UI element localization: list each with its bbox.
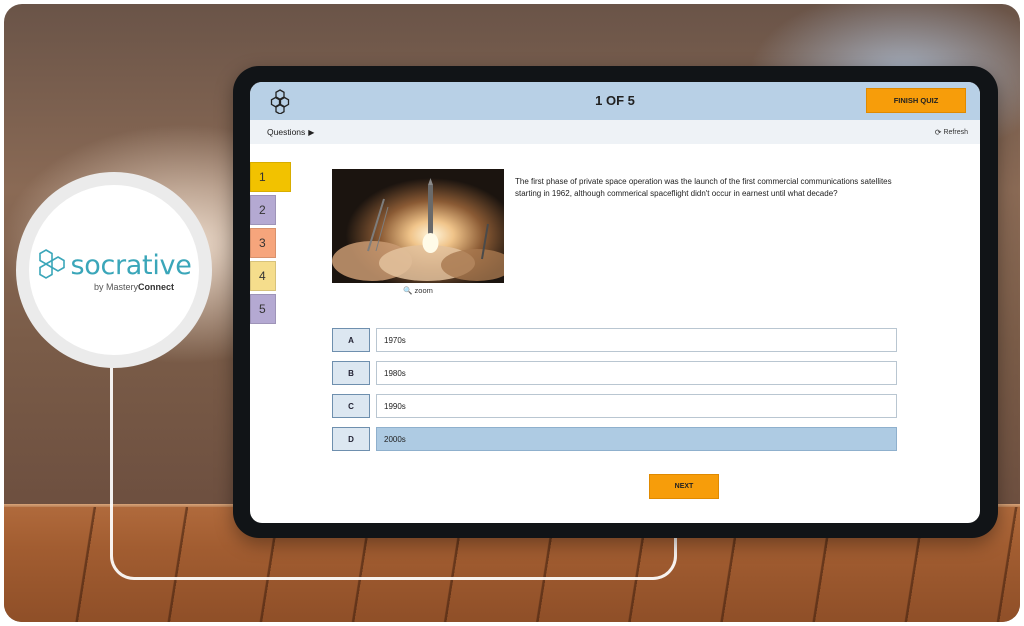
answer-letter-a[interactable]: A [332, 328, 370, 352]
answer-letter-c[interactable]: C [332, 394, 370, 418]
zoom-label: zoom [414, 286, 433, 295]
question-nav-item[interactable]: 4 [250, 261, 276, 291]
questions-toggle[interactable]: Questions ▶ [267, 127, 314, 137]
question-image[interactable] [332, 169, 504, 283]
question-nav-label: 3 [259, 236, 266, 250]
finish-quiz-button[interactable]: FINISH QUIZ [866, 88, 966, 113]
brand-logo: socrative [36, 248, 192, 282]
question-nav-item[interactable]: 3 [250, 228, 276, 258]
brand-badge-disc: socrative by MasteryConnect [29, 185, 199, 355]
answer-option-a[interactable]: 1970s [376, 328, 897, 352]
question-nav-item[interactable]: 5 [250, 294, 276, 324]
question-nav-label: 2 [259, 203, 266, 217]
zoom-link[interactable]: 🔍 zoom [332, 286, 504, 295]
answer-letter-d[interactable]: D [332, 427, 370, 451]
zoom-icon: 🔍 [403, 286, 413, 295]
answer-option-b[interactable]: 1980s [376, 361, 897, 385]
hexagon-logo-icon [39, 249, 66, 279]
question-nav-item[interactable]: 2 [250, 195, 276, 225]
brand-byline-prefix: by Mastery [93, 282, 138, 292]
quiz-screen: 1 OF 5 FINISH QUIZ Questions ▶ ⟳ Refresh… [250, 82, 980, 523]
question-nav-label: 1 [259, 170, 266, 184]
question-nav-item[interactable]: 1 [250, 162, 291, 192]
quiz-header: 1 OF 5 FINISH QUIZ [250, 82, 980, 120]
answer-option-c[interactable]: 1990s [376, 394, 897, 418]
quiz-subbar: Questions ▶ ⟳ Refresh [250, 120, 980, 144]
brand-name: socrative [70, 249, 192, 281]
answer-option-d[interactable]: 2000s [376, 427, 897, 451]
brand-badge: socrative by MasteryConnect [16, 172, 212, 368]
brand-byline-suffix: Connect [138, 282, 174, 292]
next-button[interactable]: NEXT [649, 474, 719, 499]
question-nav-label: 5 [259, 302, 266, 316]
question-nav-label: 4 [259, 269, 266, 283]
answer-letter-b[interactable]: B [332, 361, 370, 385]
brand-byline: by MasteryConnect [94, 282, 174, 292]
questions-label: Questions [267, 127, 306, 137]
refresh-link[interactable]: ⟳ Refresh [935, 128, 968, 137]
tablet-device: 1 OF 5 FINISH QUIZ Questions ▶ ⟳ Refresh… [233, 66, 998, 538]
play-arrow-icon: ▶ [308, 127, 315, 137]
refresh-label: Refresh [943, 129, 968, 136]
question-text: The first phase of private space operati… [515, 177, 892, 198]
refresh-icon: ⟳ [934, 128, 942, 137]
